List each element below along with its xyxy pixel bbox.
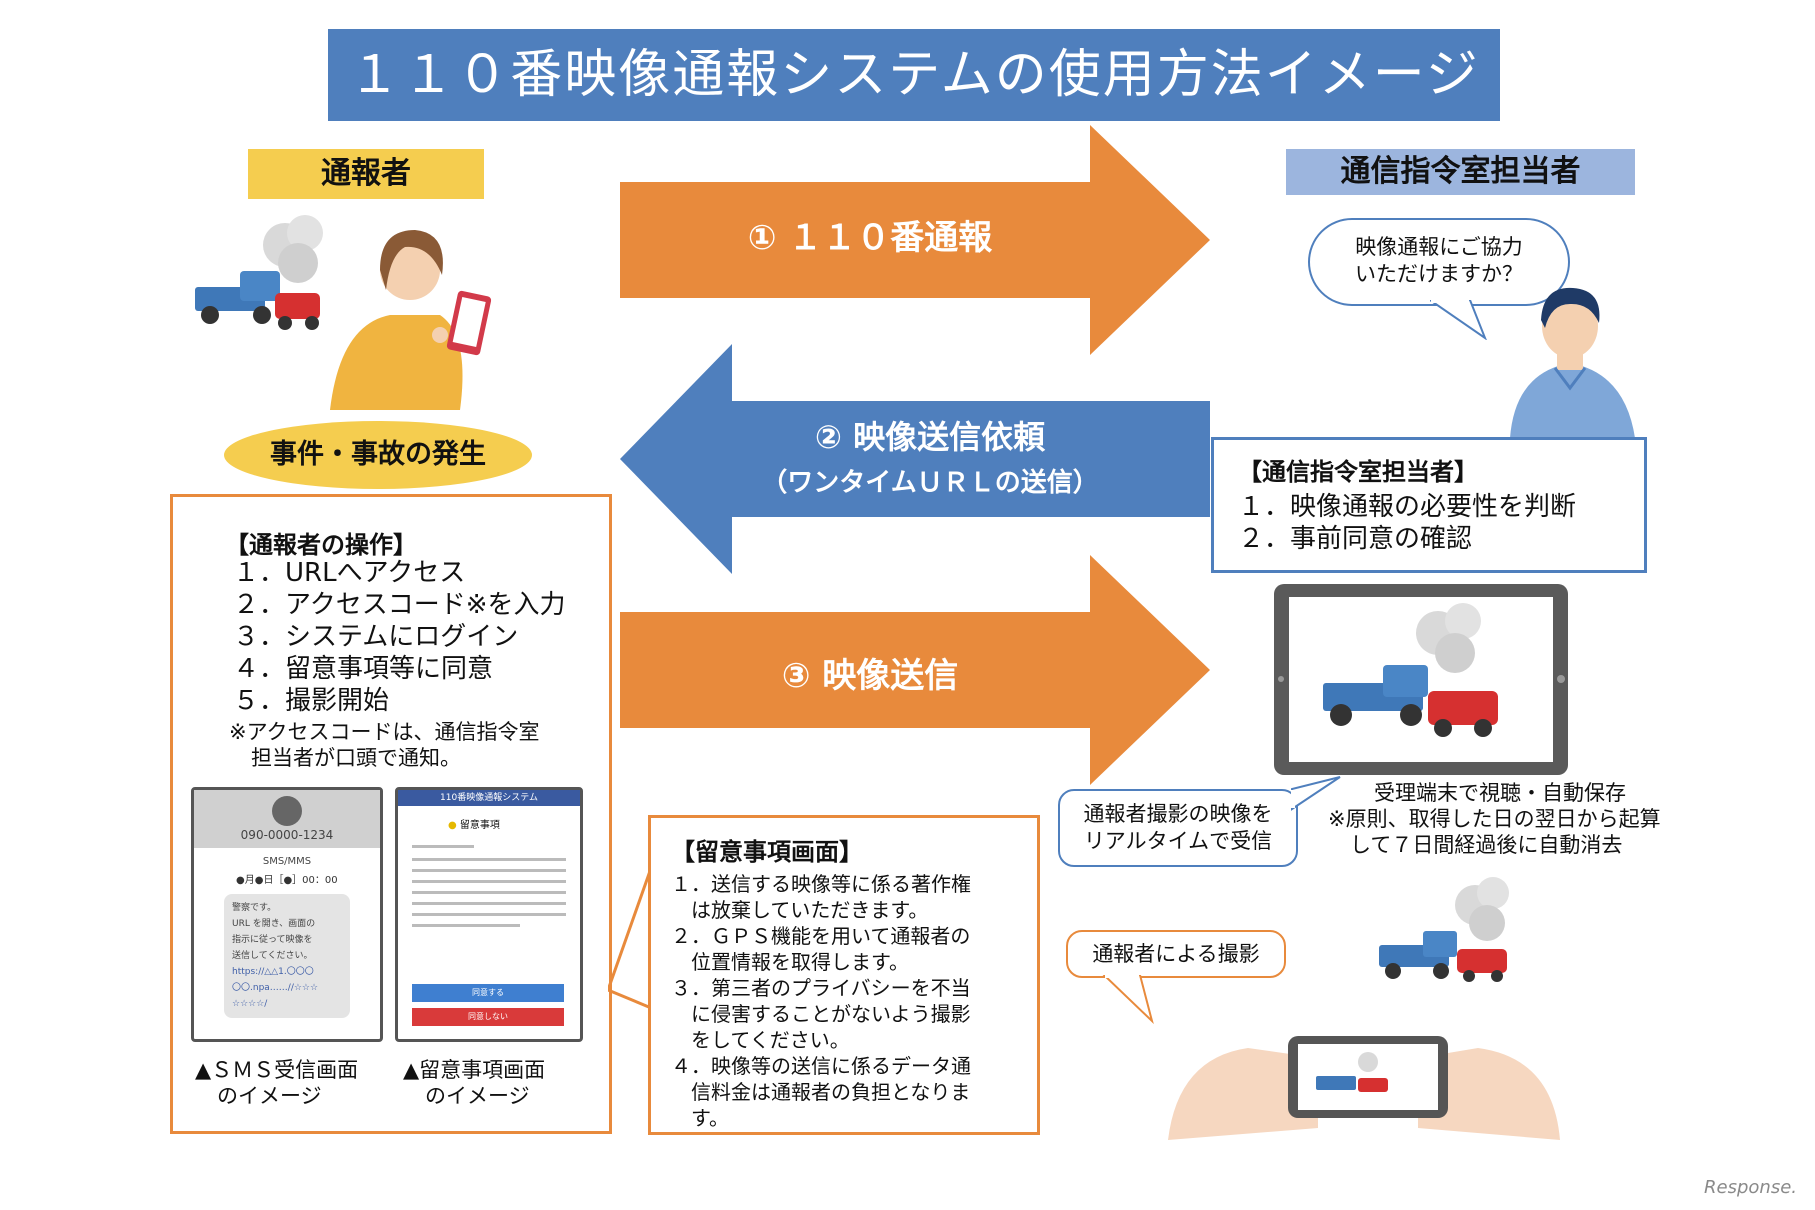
receive-realtime-bubble: 通報者撮影の映像を リアルタイムで受信 bbox=[1058, 789, 1298, 867]
arrow-step1-label: ① １１０番通報 bbox=[747, 218, 993, 258]
notice-item-line: 信料金は通報者の負担となりま bbox=[671, 1080, 971, 1104]
sms-caption-line1: ▲ＳＭＳ受信画面 bbox=[195, 1058, 359, 1082]
reporter-step-item: ４．留意事項等に同意 bbox=[233, 654, 494, 684]
sms-screen-mock: 090-0000-1234 SMS/MMS ●月●日［●］00：00 警察です。… bbox=[191, 787, 383, 1042]
notice-item-line: ４．映像等の送信に係るデータ通 bbox=[671, 1054, 971, 1078]
sms-message-line: 送信してください。 bbox=[232, 951, 313, 961]
operator-task-item: １．映像通報の必要性を判断 bbox=[1238, 492, 1577, 522]
sms-url-line: 〇〇.npa……//☆☆☆ bbox=[232, 983, 319, 993]
notice-item-line: １．送信する映像等に係る著作権 bbox=[671, 872, 971, 896]
reporter-operations-box: 【通報者の操作】 １．URLへアクセス ２．アクセスコード※を入力 ３．システム… bbox=[170, 494, 612, 1134]
terminal-note-line1: 受理端末で視聴・自動保存 bbox=[1374, 781, 1626, 805]
sms-phone-number: 090-0000-1234 bbox=[240, 828, 334, 842]
receiving-tablet-illustration bbox=[1274, 584, 1568, 775]
notice-caption-line2: のイメージ bbox=[425, 1084, 530, 1108]
reporter-illustration bbox=[195, 215, 492, 410]
operator-box-title: 【通信指令室担当者】 bbox=[1238, 458, 1478, 486]
crash-scene-illustration bbox=[1379, 877, 1509, 982]
notice-item-line: に侵害することがないよう撮影 bbox=[671, 1002, 971, 1026]
notice-screen-mock: 110番映像通報システム ● 留意事項 同意する 同意しない bbox=[395, 787, 583, 1042]
notice-mock-header: 110番映像通報システム bbox=[398, 790, 580, 806]
page-title: １１０番映像通報システムの使用方法イメージ bbox=[328, 29, 1500, 121]
operator-bubble-line1: 映像通報にご協力 bbox=[1355, 235, 1523, 259]
reporter-label: 通報者 bbox=[248, 149, 484, 199]
sms-url-line: ☆☆☆☆/ bbox=[232, 999, 268, 1009]
terminal-note-line3: して７日間経過後に自動消去 bbox=[1350, 833, 1623, 857]
notice-caption-line1: ▲留意事項画面 bbox=[403, 1058, 546, 1082]
sms-type: SMS/MMS bbox=[262, 856, 312, 867]
disagree-button[interactable]: 同意しない bbox=[412, 1008, 564, 1026]
receive-bubble-line2: リアルタイムで受信 bbox=[1083, 829, 1273, 853]
sms-caption-line2: のイメージ bbox=[217, 1084, 322, 1108]
response-watermark: Response. bbox=[1704, 1177, 1797, 1198]
reporter-step-item: ２．アクセスコード※を入力 bbox=[233, 590, 566, 620]
notice-mock-heading-text: 留意事項 bbox=[459, 820, 500, 831]
operator-label: 通信指令室担当者 bbox=[1286, 149, 1635, 195]
hands-holding-phone-illustration bbox=[1168, 1036, 1560, 1140]
operator-bubble-tail bbox=[1430, 300, 1487, 340]
access-code-note-line1: ※アクセスコードは、通信指令室 bbox=[229, 720, 540, 744]
notice-mock-text-lines bbox=[412, 845, 566, 927]
access-code-note-line2: 担当者が口頭で通知。 bbox=[251, 746, 461, 770]
operator-task-item: ２．事前同意の確認 bbox=[1238, 524, 1473, 554]
operator-illustration bbox=[1510, 287, 1635, 438]
arrow-step2-sublabel: （ワンタイムＵＲＬの送信） bbox=[761, 468, 1099, 498]
arrow-step3-label: ③ 映像送信 bbox=[781, 656, 959, 696]
operator-tasks-box: 【通信指令室担当者】 １．映像通報の必要性を判断 ２．事前同意の確認 bbox=[1211, 437, 1647, 573]
arrow-step2 bbox=[620, 344, 1210, 574]
incident-label: 事件・事故の発生 bbox=[224, 421, 532, 489]
filming-bubble-tail bbox=[1102, 975, 1154, 1025]
notice-box-title: 【留意事項画面】 bbox=[671, 838, 863, 866]
agree-button[interactable]: 同意する bbox=[412, 984, 564, 1002]
receive-bubble-line1: 通報者撮影の映像を bbox=[1083, 802, 1273, 826]
sms-message-line: URL を開き、画面の bbox=[232, 919, 316, 929]
notice-item-line: 位置情報を取得します。 bbox=[671, 950, 909, 974]
notice-item-line: は放棄していただきます。 bbox=[671, 898, 929, 922]
notice-mock-heading: ● 留意事項 bbox=[448, 820, 500, 831]
sms-message-bubble: 警察です。 URL を開き、画面の 指示に従って映像を 送信してください。 ht… bbox=[224, 894, 350, 1018]
notice-item-line: ２．ＧＰＳ機能を用いて通報者の bbox=[671, 924, 971, 948]
reporter-step-item: ３．システムにログイン bbox=[233, 622, 519, 652]
notice-screen-box: 【留意事項画面】 １．送信する映像等に係る著作権 は放棄していただきます。 ２．… bbox=[648, 815, 1040, 1135]
notice-box-items: １．送信する映像等に係る著作権 は放棄していただきます。 ２．ＧＰＳ機能を用いて… bbox=[671, 871, 1017, 1131]
reporter-step-item: １．URLへアクセス bbox=[233, 558, 466, 588]
terminal-note-line2: ※原則、取得した日の翌日から起算 bbox=[1328, 807, 1661, 831]
notice-item-line: す。 bbox=[671, 1106, 729, 1130]
arrow-step2-label: ② 映像送信依頼 bbox=[814, 418, 1046, 456]
reporter-box-title: 【通報者の操作】 bbox=[225, 531, 417, 559]
notice-item-line: をしてください。 bbox=[671, 1028, 850, 1052]
filming-bubble: 通報者による撮影 bbox=[1066, 930, 1286, 978]
sms-url-line: https://△△1.〇〇〇 bbox=[232, 967, 314, 977]
sms-message-line: 警察です。 bbox=[232, 903, 277, 913]
sms-date: ●月●日［●］00：00 bbox=[236, 875, 338, 886]
avatar-icon bbox=[272, 796, 302, 826]
notice-item-line: ３．第三者のプライバシーを不当 bbox=[671, 976, 971, 1000]
reporter-step-item: ５．撮影開始 bbox=[233, 686, 390, 716]
sms-message-line: 指示に従って映像を bbox=[232, 935, 313, 945]
